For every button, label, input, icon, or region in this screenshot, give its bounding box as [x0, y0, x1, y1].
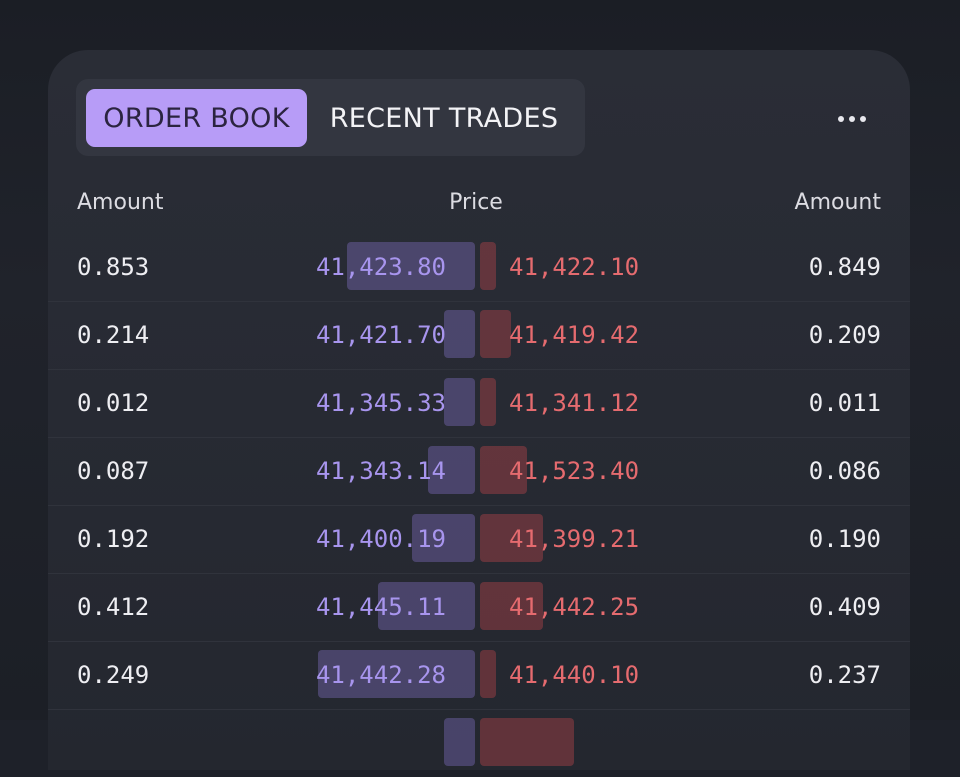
ask-amount: 0.409: [808, 593, 881, 621]
tab-bar: ORDER BOOK RECENT TRADES: [76, 79, 585, 156]
ask-amount: 0.237: [808, 661, 881, 689]
bid-depth-bar: [444, 310, 475, 358]
ask-amount: 0.011: [808, 389, 881, 417]
ask-amount: 0.209: [808, 321, 881, 349]
bid-amount: 0.412: [77, 593, 150, 621]
order-row[interactable]: 0.853 41,423.80 41,422.10 0.849: [48, 234, 910, 302]
order-row[interactable]: 0.214 41,421.70 41,419.42 0.209: [48, 302, 910, 370]
bid-price: 41,421.70: [315, 321, 446, 349]
header-price: Price: [449, 190, 503, 215]
ask-depth-bar: [480, 242, 496, 290]
more-options-icon[interactable]: [828, 102, 876, 136]
bid-amount: 0.214: [77, 321, 150, 349]
header-ask-amount: Amount: [794, 190, 881, 215]
ask-price: 41,419.42: [509, 321, 640, 349]
order-book-rows: 0.853 41,423.80 41,422.10 0.849 0.214 41,421.…: [48, 234, 910, 777]
order-row[interactable]: [48, 710, 910, 777]
ask-price: 41,422.10: [509, 253, 640, 281]
order-row[interactable]: 0.249 41,442.28 41,440.10 0.237: [48, 642, 910, 710]
bid-amount: 0.192: [77, 525, 150, 553]
ask-depth-bar: [480, 718, 574, 766]
order-row[interactable]: 0.087 41,343.14 41,523.40 0.086: [48, 438, 910, 506]
order-book-card: ORDER BOOK RECENT TRADES Amount Price Am…: [48, 50, 910, 770]
bid-price: 41,442.28: [315, 661, 446, 689]
header-bid-amount: Amount: [77, 190, 164, 215]
bid-price: 41,423.80: [315, 253, 446, 281]
bid-price: 41,343.14: [315, 457, 446, 485]
bid-amount: 0.087: [77, 457, 150, 485]
ask-amount: 0.086: [808, 457, 881, 485]
bid-price: 41,345.33: [315, 389, 446, 417]
bid-depth-bar: [444, 378, 475, 426]
bid-price: 41,445.11: [315, 593, 446, 621]
order-row[interactable]: 0.012 41,345.33 41,341.12 0.011: [48, 370, 910, 438]
tab-order-book[interactable]: ORDER BOOK: [86, 89, 307, 147]
tab-recent-trades[interactable]: RECENT TRADES: [314, 89, 574, 147]
ask-price: 41,523.40: [509, 457, 640, 485]
ask-price: 41,341.12: [509, 389, 640, 417]
order-row[interactable]: 0.412 41,445.11 41,442.25 0.409: [48, 574, 910, 642]
bid-depth-bar: [444, 718, 475, 766]
ask-price: 41,399.21: [509, 525, 640, 553]
ask-price: 41,442.25: [509, 593, 640, 621]
bid-price: 41,400.19: [315, 525, 446, 553]
bid-amount: 0.012: [77, 389, 150, 417]
bid-amount: 0.249: [77, 661, 150, 689]
ask-depth-bar: [480, 310, 511, 358]
ask-price: 41,440.10: [509, 661, 640, 689]
order-row[interactable]: 0.192 41,400.19 41,399.21 0.190: [48, 506, 910, 574]
bid-amount: 0.853: [77, 253, 150, 281]
ask-amount: 0.849: [808, 253, 881, 281]
ask-depth-bar: [480, 378, 496, 426]
ask-depth-bar: [480, 650, 496, 698]
ask-amount: 0.190: [808, 525, 881, 553]
